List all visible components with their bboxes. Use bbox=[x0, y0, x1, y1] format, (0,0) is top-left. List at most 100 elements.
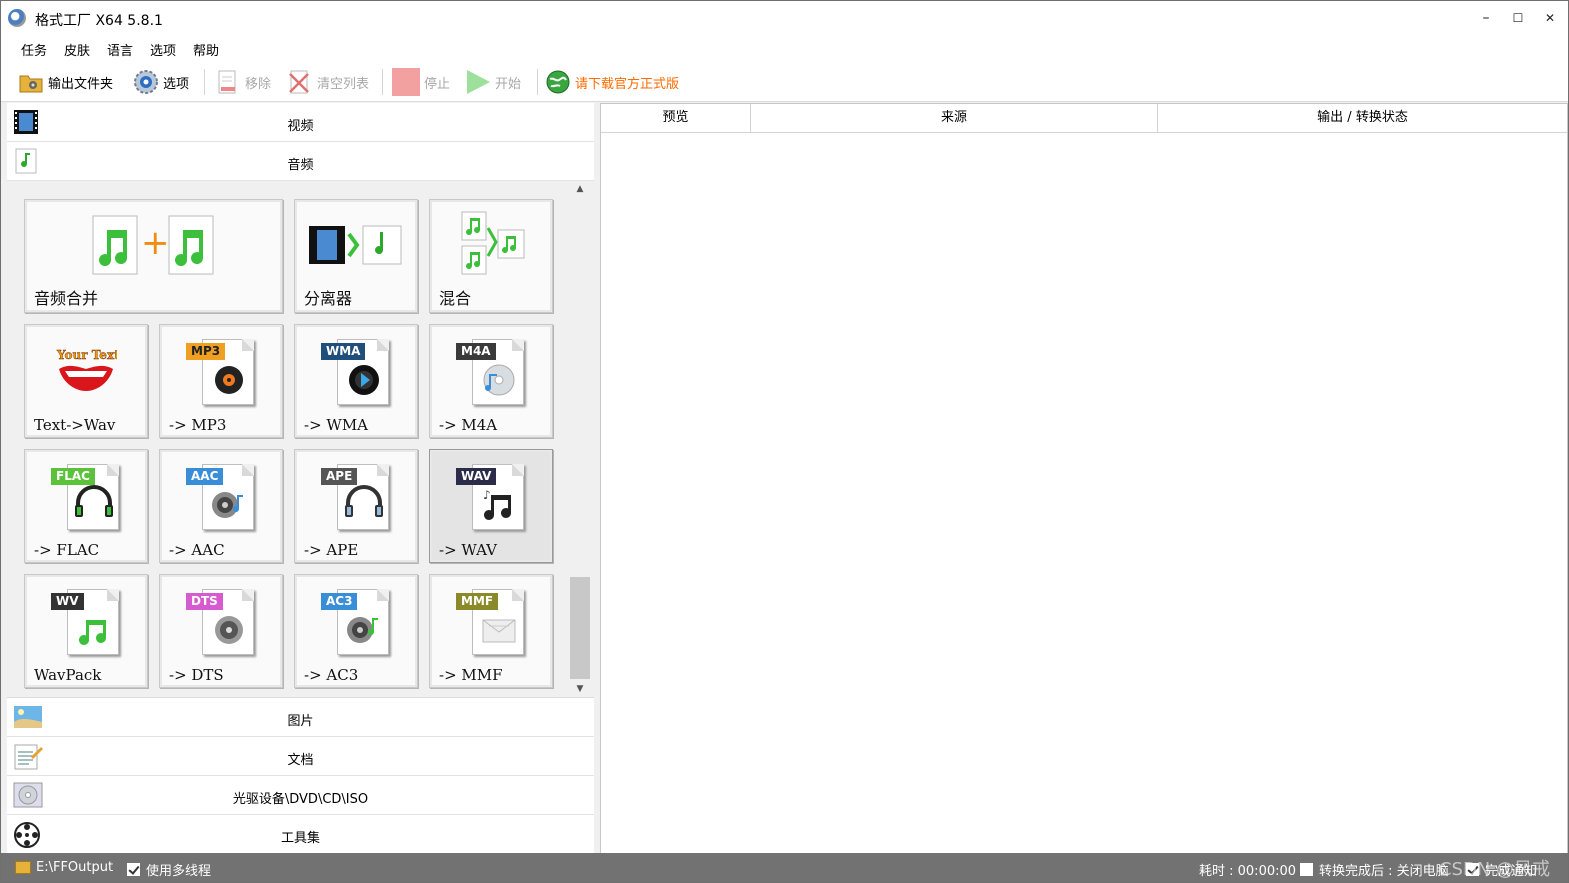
tile-m4a[interactable]: M4A -> M4A bbox=[429, 324, 553, 438]
watermark: CSDN @风戒 bbox=[1438, 859, 1550, 880]
tile-label: -> WAV bbox=[439, 541, 497, 559]
tile-mp3[interactable]: MP3 -> MP3 bbox=[159, 324, 283, 438]
tile-label: Text->Wav bbox=[34, 416, 116, 434]
play-icon bbox=[465, 69, 491, 95]
remove-label: 移除 bbox=[245, 76, 272, 92]
toolbar-divider bbox=[537, 69, 538, 95]
tile-label: -> MP3 bbox=[169, 416, 227, 434]
toolbar-divider bbox=[382, 69, 383, 95]
aac-badge: AAC bbox=[186, 468, 224, 485]
options-button[interactable]: 选项 bbox=[133, 67, 189, 97]
column-output-status[interactable]: 输出 / 转换状态 bbox=[1158, 104, 1567, 133]
category-image[interactable]: 图片 bbox=[7, 698, 594, 737]
stop-label: 停止 bbox=[424, 76, 451, 92]
menu-options[interactable]: 选项 bbox=[150, 40, 176, 59]
title-bar: 格式工厂 X64 5.8.1 – ☐ ✕ bbox=[1, 1, 1568, 35]
tile-ac3[interactable]: AC3 -> AC3 bbox=[294, 574, 418, 688]
tile-label: -> AAC bbox=[169, 541, 225, 559]
tile-wav[interactable]: ♪ WAV -> WAV bbox=[429, 449, 553, 563]
audio-merge-icon: + bbox=[89, 214, 221, 284]
column-preview[interactable]: 预览 bbox=[601, 104, 751, 133]
multithread-checkbox[interactable]: 使用多线程 bbox=[127, 860, 211, 879]
shutdown-after-label: 转换完成后 : 关闭电脑 bbox=[1319, 864, 1449, 879]
mix-icon bbox=[458, 210, 528, 284]
tile-mmf[interactable]: MMF -> MMF bbox=[429, 574, 553, 688]
menu-language[interactable]: 语言 bbox=[107, 40, 133, 59]
window-title: 格式工厂 X64 5.8.1 bbox=[35, 13, 163, 29]
stop-button[interactable]: 停止 bbox=[392, 67, 450, 97]
tile-splitter[interactable]: 分离器 bbox=[294, 199, 418, 313]
tiles-scrollbar[interactable]: ▲ ▼ bbox=[568, 181, 592, 697]
category-audio[interactable]: 音频 bbox=[7, 142, 594, 181]
clear-list-label: 清空列表 bbox=[317, 76, 370, 92]
start-button[interactable]: 开始 bbox=[465, 67, 521, 97]
clear-list-button[interactable]: 清空列表 bbox=[287, 67, 369, 97]
menu-task[interactable]: 任务 bbox=[21, 40, 47, 59]
shutdown-after-checkbox[interactable]: 转换完成后 : 关闭电脑 bbox=[1300, 860, 1449, 879]
toolbar-divider bbox=[204, 69, 205, 95]
svg-text:♪: ♪ bbox=[483, 488, 491, 502]
category-disc[interactable]: 光驱设备\DVD\CD\ISO bbox=[7, 776, 594, 815]
task-list: 预览 来源 输出 / 转换状态 bbox=[600, 103, 1568, 855]
menu-help[interactable]: 帮助 bbox=[193, 40, 219, 59]
tile-aac[interactable]: AAC -> AAC bbox=[159, 449, 283, 563]
download-official-label: 请下载官方正式版 bbox=[575, 76, 680, 92]
category-tools[interactable]: 工具集 bbox=[7, 815, 594, 854]
wma-badge: WMA bbox=[321, 343, 366, 360]
tile-text-to-wav[interactable]: Your Text Text->Wav bbox=[24, 324, 148, 438]
mmf-badge: MMF bbox=[456, 593, 499, 610]
menu-skin[interactable]: 皮肤 bbox=[64, 40, 90, 59]
tile-label: WavPack bbox=[34, 666, 102, 684]
scrollbar-thumb[interactable] bbox=[570, 577, 590, 679]
tile-label: -> FLAC bbox=[34, 541, 100, 559]
tile-label: 混合 bbox=[439, 289, 472, 308]
status-bar: E:\FFOutput 使用多线程 耗时 : 00:00:00 转换完成后 : … bbox=[1, 853, 1568, 882]
column-source[interactable]: 来源 bbox=[751, 104, 1158, 133]
tile-label: -> WMA bbox=[304, 416, 369, 434]
tile-label: -> APE bbox=[304, 541, 359, 559]
toolbar: 输出文件夹 选项 移除 清空列表 停止 开始 请下载官方正式版 bbox=[1, 61, 1568, 102]
tile-dts[interactable]: DTS -> DTS bbox=[159, 574, 283, 688]
output-path[interactable]: E:\FFOutput bbox=[15, 860, 113, 875]
close-button[interactable]: ✕ bbox=[1537, 7, 1563, 29]
wav-badge: WAV bbox=[456, 468, 497, 485]
multithread-label: 使用多线程 bbox=[146, 864, 212, 879]
output-folder-button[interactable]: 输出文件夹 bbox=[18, 67, 113, 97]
options-label: 选项 bbox=[163, 76, 190, 92]
audio-tools-grid: + 音频合并 分离器 混合 Your Text Text->Wav MP3 ->… bbox=[7, 181, 594, 698]
minimize-button[interactable]: – bbox=[1473, 7, 1499, 29]
tile-wavpack[interactable]: WV WavPack bbox=[24, 574, 148, 688]
folder-icon bbox=[18, 69, 44, 95]
scroll-up-arrow-icon[interactable]: ▲ bbox=[568, 181, 592, 197]
elapsed-time: 耗时 : 00:00:00 bbox=[1199, 860, 1296, 879]
download-official-link[interactable]: 请下载官方正式版 bbox=[545, 67, 679, 97]
wv-badge: WV bbox=[51, 593, 84, 610]
remove-doc-icon bbox=[215, 69, 241, 95]
category-video[interactable]: 视频 bbox=[7, 103, 594, 142]
tile-audio-merge[interactable]: + 音频合并 bbox=[24, 199, 283, 313]
ape-badge: APE bbox=[321, 468, 358, 485]
tile-flac[interactable]: FLAC -> FLAC bbox=[24, 449, 148, 563]
app-logo-icon bbox=[8, 9, 26, 27]
tile-ape[interactable]: APE -> APE bbox=[294, 449, 418, 563]
maximize-button[interactable]: ☐ bbox=[1505, 7, 1531, 29]
svg-text:+: + bbox=[141, 223, 170, 263]
dts-badge: DTS bbox=[186, 593, 223, 610]
menu-bar: 任务 皮肤 语言 选项 帮助 bbox=[1, 35, 1568, 61]
shutdown-after-checkbox-box[interactable] bbox=[1300, 863, 1313, 876]
lips-icon: Your Text bbox=[55, 345, 120, 399]
tile-label: -> DTS bbox=[169, 666, 224, 684]
output-folder-label: 输出文件夹 bbox=[48, 76, 114, 92]
app-window: 格式工厂 X64 5.8.1 – ☐ ✕ 任务 皮肤 语言 选项 帮助 输出文件… bbox=[0, 0, 1569, 883]
remove-button[interactable]: 移除 bbox=[215, 67, 271, 97]
category-document[interactable]: 文档 bbox=[7, 737, 594, 776]
category-image-label: 图片 bbox=[287, 714, 314, 729]
scroll-down-arrow-icon[interactable]: ▼ bbox=[568, 681, 592, 697]
ac3-badge: AC3 bbox=[321, 593, 358, 610]
category-disc-label: 光驱设备\DVD\CD\ISO bbox=[232, 792, 369, 807]
your-text-badge: Your Text bbox=[56, 348, 117, 362]
m4a-badge: M4A bbox=[456, 343, 496, 360]
tile-wma[interactable]: WMA -> WMA bbox=[294, 324, 418, 438]
multithread-checkbox-box[interactable] bbox=[127, 863, 140, 876]
tile-mix[interactable]: 混合 bbox=[429, 199, 553, 313]
